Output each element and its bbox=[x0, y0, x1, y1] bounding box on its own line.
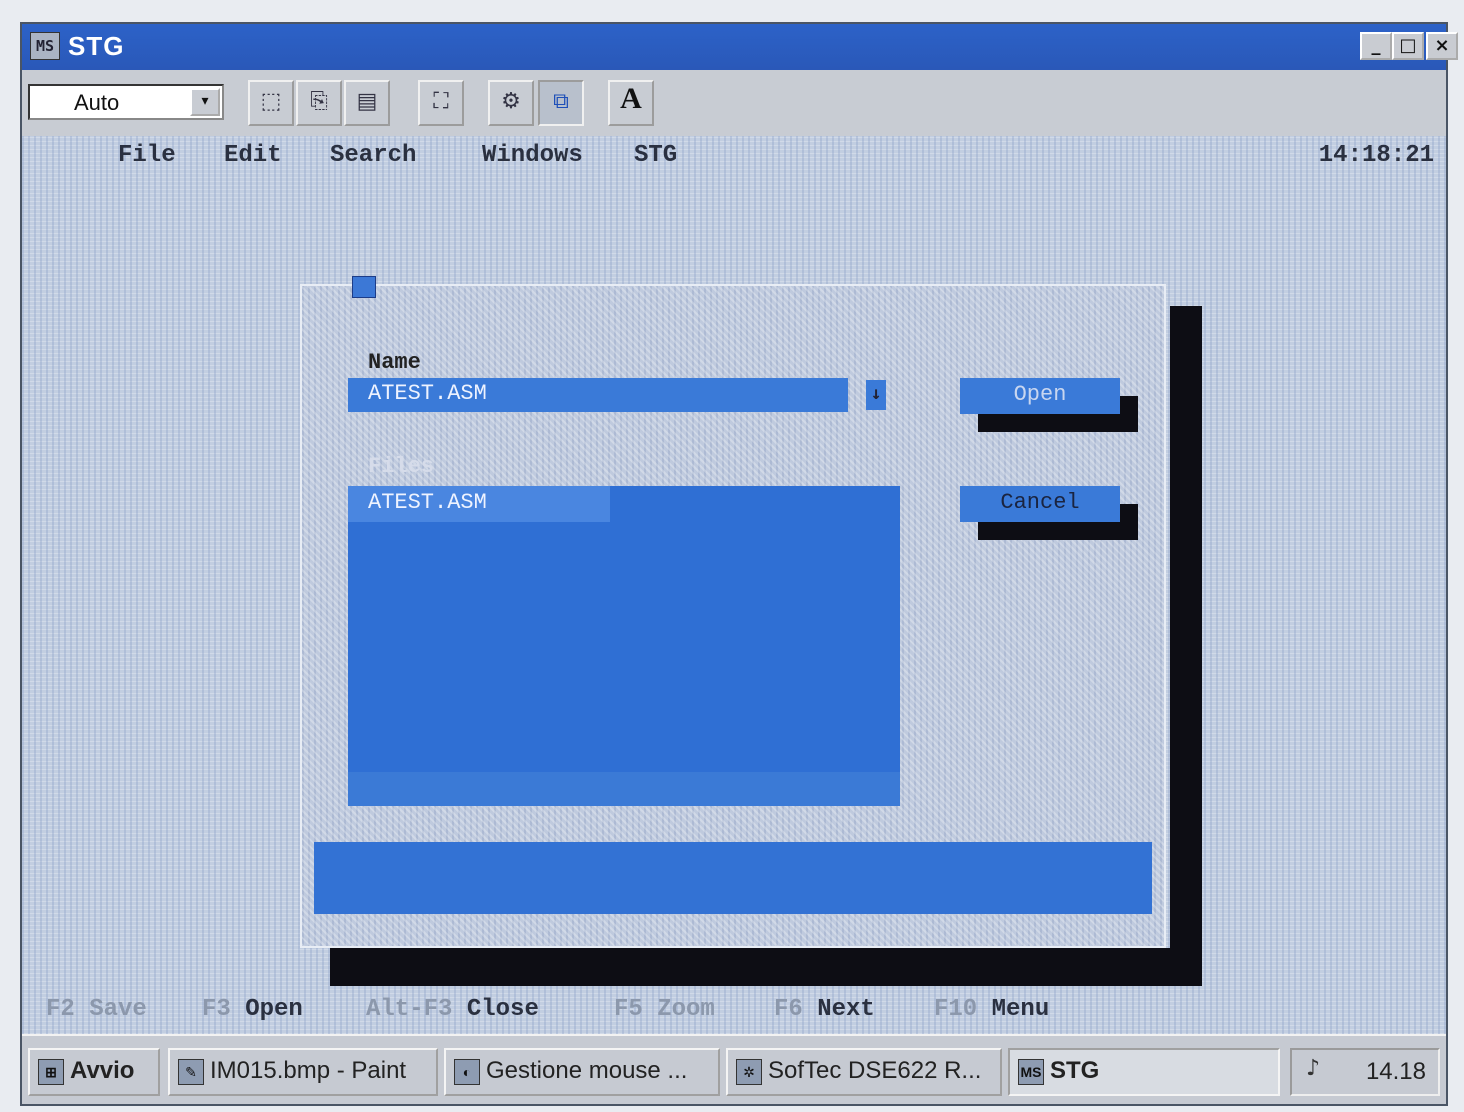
mouse-icon: ◐ bbox=[454, 1058, 480, 1085]
task-label: IM015.bmp - Paint bbox=[210, 1057, 407, 1084]
toolbar: Auto ▾ ⬚ ⎘ ▤ ⛶ ⚙ ⧉ A bbox=[22, 70, 1446, 138]
fkey-menu[interactable]: F10 Menu bbox=[934, 996, 1049, 1023]
file-list[interactable]: ATEST.ASM bbox=[348, 486, 900, 806]
fkey-key: Alt-F3 bbox=[366, 996, 453, 1023]
fkey-open[interactable]: F3 Open bbox=[202, 996, 303, 1023]
function-key-bar: F2 Save F3 Open Alt-F3 Close F5 Zoom F6 … bbox=[22, 990, 1446, 1030]
name-label: Name bbox=[368, 350, 421, 375]
menu-file[interactable]: File bbox=[118, 142, 176, 169]
fkey-label: Next bbox=[817, 996, 875, 1023]
open-file-dialog: Name ATEST.ASM ↓ Files ATEST.ASM Open Ca… bbox=[300, 276, 1166, 948]
fkey-label: Menu bbox=[991, 996, 1050, 1023]
fullscreen-icon[interactable]: ⛶ bbox=[418, 80, 464, 126]
title-bar[interactable]: MS STG _ □ × bbox=[22, 24, 1458, 70]
tray-clock[interactable]: 14.18 bbox=[1366, 1058, 1426, 1086]
taskbar: ⊞ Avvio ✎ IM015.bmp - Paint ◐ Gestione mous… bbox=[22, 1034, 1446, 1104]
file-list-scrollbar[interactable] bbox=[348, 772, 900, 806]
fkey-label: Save bbox=[89, 996, 147, 1023]
dialog-info-panel bbox=[314, 842, 1152, 914]
file-name: ATEST.ASM bbox=[368, 490, 487, 515]
dialog-shadow bbox=[330, 948, 1202, 986]
open-button[interactable]: Open bbox=[960, 378, 1120, 414]
fkey-next[interactable]: F6 Next bbox=[774, 996, 875, 1023]
fkey-zoom[interactable]: F5 Zoom bbox=[614, 996, 715, 1023]
minimize-button[interactable]: _ bbox=[1360, 32, 1392, 60]
font-size-value: Auto bbox=[74, 90, 120, 115]
background-icon[interactable]: ⧉ bbox=[538, 80, 584, 126]
filename-value: ATEST.ASM bbox=[368, 381, 487, 406]
fkey-label: Open bbox=[245, 996, 303, 1023]
fkey-save[interactable]: F2 Save bbox=[46, 996, 147, 1023]
filename-input[interactable]: ATEST.ASM bbox=[348, 378, 848, 412]
fkey-close[interactable]: Alt-F3 Close bbox=[366, 996, 539, 1023]
fkey-key: F2 bbox=[46, 996, 75, 1023]
msdos-icon: MS bbox=[1018, 1058, 1044, 1085]
taskbar-item-paint[interactable]: ✎ IM015.bmp - Paint bbox=[168, 1048, 438, 1096]
font-icon[interactable]: A bbox=[608, 80, 654, 126]
start-button[interactable]: ⊞ Avvio bbox=[28, 1048, 160, 1096]
softec-icon: ✲ bbox=[736, 1058, 762, 1085]
menu-search[interactable]: Search bbox=[330, 142, 416, 169]
properties-icon[interactable]: ⚙ bbox=[488, 80, 534, 126]
fkey-key: F3 bbox=[202, 996, 231, 1023]
windows-logo-icon: ⊞ bbox=[38, 1058, 64, 1085]
chevron-down-icon[interactable]: ▾ bbox=[190, 88, 220, 116]
app-window: MS STG _ □ × Auto ▾ ⬚ ⎘ ▤ ⛶ ⚙ ⧉ A File E… bbox=[20, 22, 1458, 1106]
font-size-select[interactable]: Auto ▾ bbox=[28, 84, 224, 120]
menu-windows[interactable]: Windows bbox=[482, 142, 583, 169]
taskbar-item-mouse[interactable]: ◐ Gestione mouse ... bbox=[444, 1048, 720, 1096]
paste-icon[interactable]: ▤ bbox=[344, 80, 390, 126]
dos-console: File Edit Search Windows STG 14:18:21 Na… bbox=[22, 136, 1446, 1034]
window-title: STG bbox=[68, 31, 125, 61]
menu-edit[interactable]: Edit bbox=[224, 142, 282, 169]
fkey-key: F5 bbox=[614, 996, 643, 1023]
maximize-button[interactable]: □ bbox=[1392, 32, 1424, 60]
taskbar-item-softec[interactable]: ✲ SofTec DSE622 R... bbox=[726, 1048, 1002, 1096]
fkey-key: F6 bbox=[774, 996, 803, 1023]
cancel-button[interactable]: Cancel bbox=[960, 486, 1120, 522]
fkey-label: Close bbox=[466, 996, 539, 1023]
copy-icon[interactable]: ⎘ bbox=[296, 80, 342, 126]
paint-icon: ✎ bbox=[178, 1058, 204, 1085]
task-label: STG bbox=[1050, 1057, 1100, 1084]
taskbar-item-stg[interactable]: MS STG bbox=[1008, 1048, 1280, 1096]
console-clock: 14:18:21 bbox=[1318, 142, 1434, 169]
dialog-close-icon[interactable] bbox=[352, 276, 376, 298]
task-label: SofTec DSE622 R... bbox=[768, 1057, 982, 1084]
start-label: Avvio bbox=[70, 1057, 135, 1084]
task-label: Gestione mouse ... bbox=[486, 1057, 688, 1084]
mark-icon[interactable]: ⬚ bbox=[248, 80, 294, 126]
menu-stg[interactable]: STG bbox=[634, 142, 677, 169]
close-button[interactable]: × bbox=[1426, 32, 1458, 60]
system-tray: ♪ 14.18 bbox=[1290, 1048, 1440, 1096]
list-item[interactable]: ATEST.ASM bbox=[348, 486, 610, 522]
fkey-label: Zoom bbox=[657, 996, 715, 1023]
msdos-icon[interactable]: MS bbox=[30, 32, 60, 60]
files-label: Files bbox=[368, 454, 435, 479]
history-arrow-icon[interactable]: ↓ bbox=[866, 380, 886, 410]
speaker-icon[interactable]: ♪ bbox=[1306, 1056, 1320, 1081]
fkey-key: F10 bbox=[934, 996, 978, 1023]
dialog-shadow bbox=[1170, 306, 1202, 986]
